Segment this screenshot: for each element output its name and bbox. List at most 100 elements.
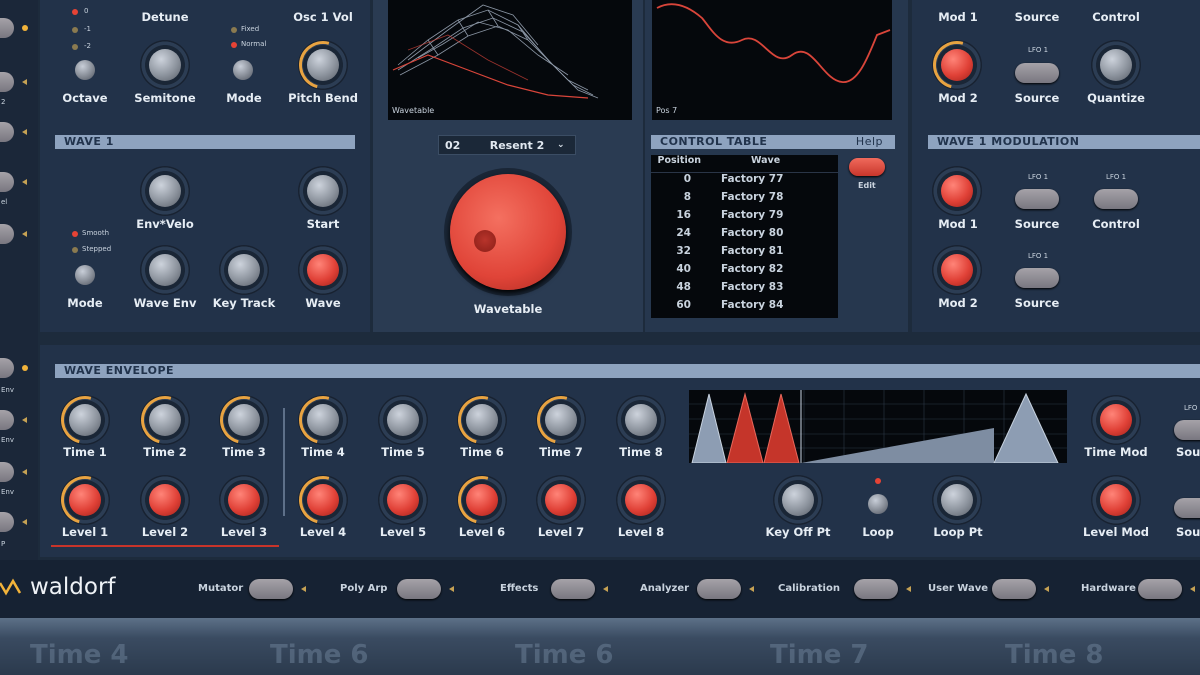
mode-knob[interactable] [233,60,253,80]
wave1-source2-label: Source [1014,296,1060,310]
wave1-control-button[interactable] [1094,189,1138,209]
table-row[interactable]: 32 Factory 81 [651,245,838,263]
mode-option-normal[interactable]: Normal [241,40,266,48]
mode-option-stepped[interactable]: Stepped [82,245,111,253]
level-3-knob[interactable] [219,475,269,525]
time-8-label: Time 8 [619,445,663,459]
key-off-pt-knob[interactable] [773,475,823,525]
level-5-knob[interactable] [378,475,428,525]
brand-name: waldorf [30,574,116,600]
level-6-knob[interactable] [449,467,515,533]
envelope-graph[interactable] [689,390,1067,463]
time-4-knob[interactable] [290,387,356,453]
sidebar-arrow-icon [22,519,27,525]
footer-button-3[interactable] [697,579,742,599]
envelope-divider [283,408,285,516]
control-table-body: 0 Factory 77 8 Factory 78 16 Factory 79 24 Fact… [651,173,838,317]
loop-pt-knob[interactable] [932,475,982,525]
smooth-led [72,231,78,237]
sidebar-arrow-icon [22,129,27,135]
key-track-knob[interactable] [219,245,269,295]
mode-option-smooth[interactable]: Smooth [82,229,109,237]
edit-button[interactable] [849,158,885,176]
sidebar-label-5: Env [1,488,15,496]
quantize-knob[interactable] [1091,40,1141,90]
wavetable-selector[interactable]: 02 Resent 2 ⌄ [438,135,576,155]
time-mod-knob[interactable] [1091,395,1141,445]
wavetable-caption: Wavetable [392,106,435,115]
time-7-knob[interactable] [528,387,594,453]
quantize-label: Quantize [1087,91,1145,105]
level-1-knob[interactable] [52,467,118,533]
semitone-knob[interactable] [140,40,190,90]
wavetable-display[interactable]: Wavetable [388,0,632,120]
wave1-mod2-knob[interactable] [932,245,982,295]
octave-option-1[interactable]: -1 [84,25,91,33]
help-link[interactable]: Help [856,135,883,149]
footer-label-3: Analyzer [640,583,690,594]
footer-label-6: Hardware [1081,583,1136,594]
loop-knob[interactable] [868,494,888,514]
octave-knob[interactable] [75,60,95,80]
osc1-vol-label: Osc 1 Vol [293,10,353,24]
table-row[interactable]: 16 Factory 79 [651,209,838,227]
footer-button-4[interactable] [854,579,899,599]
wave-env-knob[interactable] [140,245,190,295]
sidebar-led-2 [22,365,28,371]
time-6-knob[interactable] [449,387,515,453]
table-row[interactable]: 24 Factory 80 [651,227,838,245]
level-mod-knob[interactable] [1091,475,1141,525]
footer-arrow-icon [1043,586,1049,592]
level-mod-label: Level Mod [1083,525,1149,539]
wave1-mod1-knob[interactable] [932,166,982,216]
wavetable-big-knob[interactable] [444,168,572,296]
level-4-knob[interactable] [290,467,356,533]
table-row[interactable]: 0 Factory 77 [651,173,838,191]
level-2-knob[interactable] [140,475,190,525]
mode-option-fixed[interactable]: Fixed [241,25,259,33]
time-5-knob[interactable] [378,395,428,445]
wave1-source-button[interactable] [1015,189,1059,209]
octave-option-0[interactable]: 0 [84,7,88,15]
time-1-knob[interactable] [52,387,118,453]
time-8-knob[interactable] [616,395,666,445]
octave-option-2[interactable]: -2 [84,42,91,50]
level-mod-source-label: Sou [1176,525,1200,539]
env-velo-knob[interactable] [140,166,190,216]
waldorf-logo-icon [0,578,22,596]
footer-arrow-icon [602,586,608,592]
wave-position-display[interactable]: Pos 7 [652,0,892,120]
sidebar-label-2: el [1,198,8,206]
time-mod-source-button[interactable] [1174,420,1200,440]
wave-cell: Factory 82 [721,263,784,275]
top-source2-button[interactable] [1015,63,1059,83]
level-mod-source-button[interactable] [1174,498,1200,518]
env-lfo-partial-label: LFO [1184,404,1198,412]
wave-mode-knob[interactable] [75,265,95,285]
level-8-knob[interactable] [616,475,666,525]
table-row[interactable]: 40 Factory 82 [651,263,838,281]
wavetable-name: Resent 2 [489,138,545,152]
level-7-knob[interactable] [536,475,586,525]
footer-button-1[interactable] [397,579,442,599]
footer-arrow-icon [449,586,455,592]
table-row[interactable]: 8 Factory 78 [651,191,838,209]
top-mod2-knob[interactable] [924,32,990,98]
wave1-source2-button[interactable] [1015,268,1059,288]
level-8-label: Level 8 [617,525,665,539]
table-row[interactable]: 60 Factory 84 [651,299,838,317]
top-lfo-label: LFO 1 [1028,46,1049,54]
time-3-knob[interactable] [211,387,277,453]
footer-button-5[interactable] [991,579,1036,599]
pitch-bend-knob[interactable] [290,32,356,98]
table-row[interactable]: 48 Factory 83 [651,281,838,299]
wave-knob[interactable] [298,245,348,295]
start-knob[interactable] [298,166,348,216]
footer-button-2[interactable] [550,579,595,599]
time-2-knob[interactable] [132,387,198,453]
footer-button-0[interactable] [248,579,293,599]
pitch-bend-label: Pitch Bend [288,91,358,105]
footer-arrow-icon [300,586,306,592]
footer-button-6[interactable] [1138,579,1183,599]
position-cell: 24 [676,227,691,239]
